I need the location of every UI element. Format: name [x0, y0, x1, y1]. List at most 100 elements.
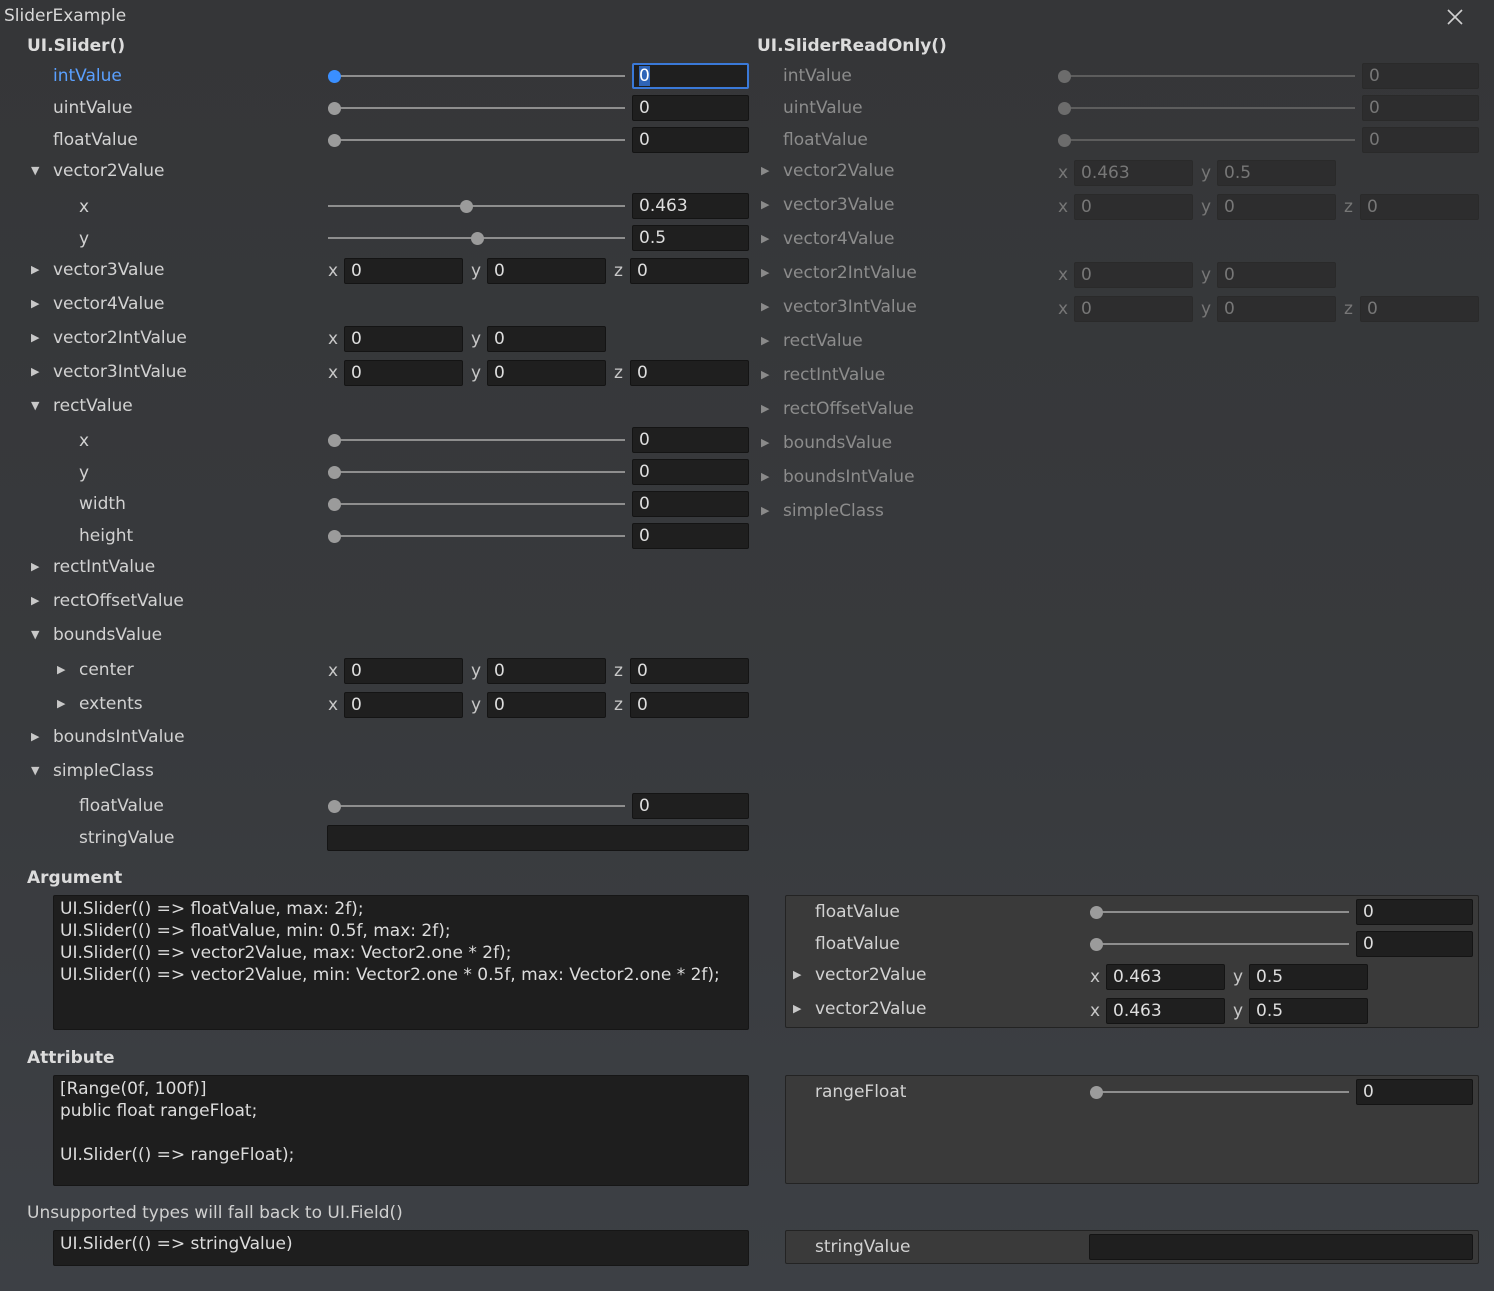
simple-class-string-field[interactable]	[327, 825, 749, 851]
arg-vector2-value-label-1: vector2Value	[815, 965, 927, 985]
bounds-center-z-field[interactable]: 0	[630, 658, 749, 684]
vector3-int-value-collapsed-arrow-icon[interactable]: ▶	[31, 361, 45, 383]
rect-x-field[interactable]: 0	[632, 427, 749, 453]
ro-vector4-value-label: vector4Value	[783, 229, 895, 249]
ro-rect-collapsed-arrow-icon[interactable]: ▶	[761, 330, 775, 352]
ro-simple-class-collapsed-arrow-icon[interactable]: ▶	[761, 500, 775, 522]
vector2-value-expanded-arrow-icon[interactable]: ▼	[31, 160, 45, 182]
rect-height-slider-track[interactable]	[328, 535, 625, 537]
bounds-center-x-field[interactable]: 0	[344, 658, 463, 684]
vector3-int-y-field[interactable]: 0	[487, 360, 606, 386]
arg-float-slider-track-2[interactable]	[1090, 943, 1349, 945]
bounds-int-value-collapsed-arrow-icon[interactable]: ▶	[31, 726, 45, 748]
arg-float-slider-knob-2[interactable]	[1090, 938, 1103, 951]
unsupported-string-value-field[interactable]	[1089, 1234, 1473, 1260]
ro-rect-int-collapsed-arrow-icon[interactable]: ▶	[761, 364, 775, 386]
vector3-int-z-field[interactable]: 0	[630, 360, 749, 386]
vector2-x-slider-knob[interactable]	[460, 200, 473, 213]
simple-class-float-slider-track[interactable]	[328, 805, 625, 807]
rect-x-slider-knob[interactable]	[328, 434, 341, 447]
rect-width-field[interactable]: 0	[632, 491, 749, 517]
int-value-label: intValue	[53, 66, 122, 86]
arg-vector2-y-field-2[interactable]: 0.5	[1249, 998, 1368, 1024]
rect-int-value-collapsed-arrow-icon[interactable]: ▶	[31, 556, 45, 578]
rect-y-slider-knob[interactable]	[328, 466, 341, 479]
rect-height-slider-knob[interactable]	[328, 530, 341, 543]
vector3-value-collapsed-arrow-icon[interactable]: ▶	[31, 259, 45, 281]
close-icon[interactable]	[1444, 6, 1466, 28]
uint-value-slider-knob[interactable]	[328, 102, 341, 115]
vector3-z-field[interactable]: 0	[630, 258, 749, 284]
ro-uint-value-slider-knob	[1058, 102, 1071, 115]
int-value-field[interactable]: 0	[632, 63, 749, 89]
simple-class-float-slider-knob[interactable]	[328, 800, 341, 813]
range-float-slider-track[interactable]	[1090, 1091, 1349, 1093]
rect-value-expanded-arrow-icon[interactable]: ▼	[31, 395, 45, 417]
vector2-int-value-collapsed-arrow-icon[interactable]: ▶	[31, 327, 45, 349]
arg-vector2-collapsed-arrow-icon-2[interactable]: ▶	[793, 998, 807, 1020]
vector2-y-field[interactable]: 0.5	[632, 225, 749, 251]
ro-vector4-collapsed-arrow-icon[interactable]: ▶	[761, 228, 775, 250]
range-float-field[interactable]: 0	[1356, 1079, 1473, 1105]
ro-rect-offset-collapsed-arrow-icon[interactable]: ▶	[761, 398, 775, 420]
ro-vector3-int-collapsed-arrow-icon[interactable]: ▶	[761, 296, 775, 318]
ro-vector2-int-x-field: 0	[1074, 262, 1193, 288]
arg-float-slider-track-1[interactable]	[1090, 911, 1349, 913]
ro-rect-int-value-label: rectIntValue	[783, 365, 886, 385]
rect-y-slider-track[interactable]	[328, 471, 625, 473]
float-value-field[interactable]: 0	[632, 127, 749, 153]
bounds-extents-x-field[interactable]: 0	[344, 692, 463, 718]
rect-y-field[interactable]: 0	[632, 459, 749, 485]
ro-bounds-collapsed-arrow-icon[interactable]: ▶	[761, 432, 775, 454]
bounds-center-collapsed-arrow-icon[interactable]: ▶	[57, 659, 71, 681]
float-value-slider-track[interactable]	[328, 139, 625, 141]
bounds-center-y-field[interactable]: 0	[487, 658, 606, 684]
int-value-slider-track[interactable]	[328, 75, 625, 77]
simple-class-float-field[interactable]: 0	[632, 793, 749, 819]
ro-vector2-int-collapsed-arrow-icon[interactable]: ▶	[761, 262, 775, 284]
range-float-slider-knob[interactable]	[1090, 1086, 1103, 1099]
arg-float-field-2[interactable]: 0	[1356, 931, 1473, 957]
rect-offset-value-collapsed-arrow-icon[interactable]: ▶	[31, 590, 45, 612]
arg-vector2-collapsed-arrow-icon-1[interactable]: ▶	[793, 964, 807, 986]
rect-width-slider-knob[interactable]	[328, 498, 341, 511]
arg-vector2-x-field-2[interactable]: 0.463	[1106, 998, 1225, 1024]
bounds-extents-y-field[interactable]: 0	[487, 692, 606, 718]
arg-float-slider-knob-1[interactable]	[1090, 906, 1103, 919]
vector2-int-y-field[interactable]: 0	[487, 326, 606, 352]
arg-vector2-x-field-1[interactable]: 0.463	[1106, 964, 1225, 990]
vector2-x-slider-track[interactable]	[328, 205, 625, 207]
ro-vector3-int-z-axis-label: z	[1344, 299, 1353, 319]
arg-vector2-y-field-1[interactable]: 0.5	[1249, 964, 1368, 990]
ro-vector2-collapsed-arrow-icon[interactable]: ▶	[761, 160, 775, 182]
ro-bounds-int-collapsed-arrow-icon[interactable]: ▶	[761, 466, 775, 488]
rect-height-field[interactable]: 0	[632, 523, 749, 549]
ro-vector3-z-axis-label: z	[1344, 197, 1353, 217]
bounds-extents-collapsed-arrow-icon[interactable]: ▶	[57, 693, 71, 715]
rect-x-slider-track[interactable]	[328, 439, 625, 441]
arg-float-value-label-1: floatValue	[815, 902, 900, 922]
uint-value-field[interactable]: 0	[632, 95, 749, 121]
vector3-int-x-field[interactable]: 0	[344, 360, 463, 386]
int-value-slider-knob[interactable]	[328, 70, 341, 83]
ro-bounds-int-value-label: boundsIntValue	[783, 467, 915, 487]
rect-width-slider-track[interactable]	[328, 503, 625, 505]
ro-vector3-collapsed-arrow-icon[interactable]: ▶	[761, 194, 775, 216]
vector3-x-field[interactable]: 0	[344, 258, 463, 284]
uint-value-slider-track[interactable]	[328, 107, 625, 109]
ro-vector3-int-y-field: 0	[1217, 296, 1336, 322]
uint-value-label: uintValue	[53, 98, 133, 118]
float-value-slider-knob[interactable]	[328, 134, 341, 147]
ro-float-value-field: 0	[1362, 127, 1479, 153]
ro-simple-class-label: simpleClass	[783, 501, 884, 521]
simple-class-expanded-arrow-icon[interactable]: ▼	[31, 760, 45, 782]
rect-y-label: y	[79, 463, 90, 483]
arg-float-field-1[interactable]: 0	[1356, 899, 1473, 925]
vector2-x-field[interactable]: 0.463	[632, 193, 749, 219]
vector2-int-x-field[interactable]: 0	[344, 326, 463, 352]
bounds-value-expanded-arrow-icon[interactable]: ▼	[31, 624, 45, 646]
vector3-y-field[interactable]: 0	[487, 258, 606, 284]
vector4-value-collapsed-arrow-icon[interactable]: ▶	[31, 293, 45, 315]
bounds-extents-z-field[interactable]: 0	[630, 692, 749, 718]
vector2-y-slider-knob[interactable]	[471, 232, 484, 245]
